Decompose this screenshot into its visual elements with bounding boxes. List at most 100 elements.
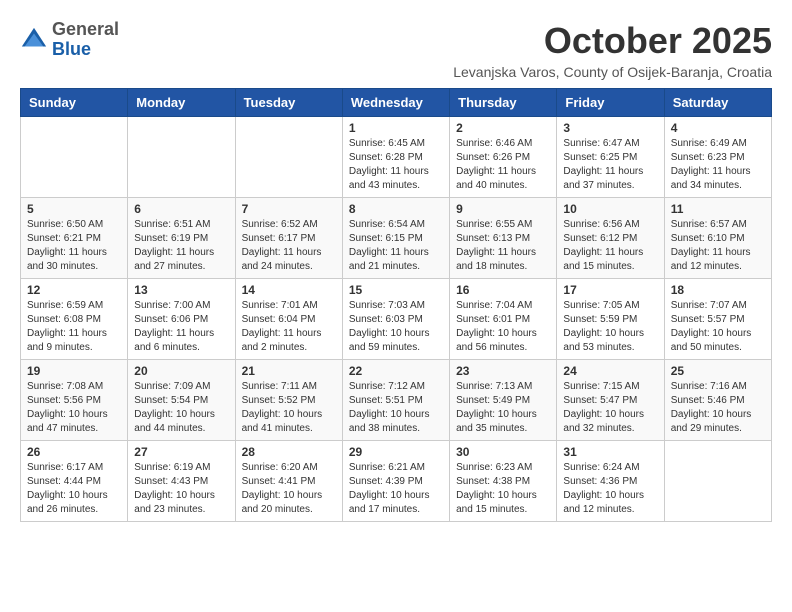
day-info: Sunrise: 6:17 AM Sunset: 4:44 PM Dayligh…: [27, 461, 121, 517]
calendar-cell: 10 Sunrise: 6:56 AM Sunset: 6:12 PM Dayli…: [557, 198, 664, 279]
day-info: Sunrise: 6:46 AM Sunset: 6:26 PM Dayligh…: [456, 137, 550, 193]
calendar-cell: 4Sunrise: 6:49 AM Sunset: 6:23 PM Daylig…: [664, 117, 771, 198]
calendar-week-row: 12 Sunrise: 6:59 AM Sunset: 6:08 PM Dayli…: [21, 279, 772, 360]
day-info: Sunrise: 6:21 AM Sunset: 4:39 PM Dayligh…: [349, 461, 443, 517]
day-info: Sunrise: 7:13 AM Sunset: 5:49 PM Dayligh…: [456, 380, 550, 436]
day-number: 24: [563, 364, 657, 378]
day-info: Sunrise: 7:07 AM Sunset: 5:57 PM Dayligh…: [671, 299, 765, 355]
calendar-cell: 13 Sunrise: 7:00 AM Sunset: 6:06 PM Dayli…: [128, 279, 235, 360]
day-info: Sunrise: 7:08 AM Sunset: 5:56 PM Dayligh…: [27, 380, 121, 436]
calendar-cell: 26Sunrise: 6:17 AM Sunset: 4:44 PM Dayli…: [21, 441, 128, 522]
day-number: 14: [242, 283, 336, 297]
day-number: 13: [134, 283, 228, 297]
day-info: Sunrise: 6:56 AM Sunset: 6:12 PM Dayligh…: [563, 218, 657, 274]
logo-icon: [20, 26, 48, 54]
logo-text: General Blue: [52, 20, 119, 60]
calendar-cell: [664, 441, 771, 522]
day-info: Sunrise: 6:52 AM Sunset: 6:17 PM Dayligh…: [242, 218, 336, 274]
day-info: Sunrise: 6:19 AM Sunset: 4:43 PM Dayligh…: [134, 461, 228, 517]
logo-general: General: [52, 19, 119, 39]
day-info: Sunrise: 7:04 AM Sunset: 6:01 PM Dayligh…: [456, 299, 550, 355]
day-number: 12: [27, 283, 121, 297]
day-number: 10: [563, 202, 657, 216]
page-header: General Blue October 2025 Levanjska Varo…: [20, 20, 772, 80]
day-info: Sunrise: 7:03 AM Sunset: 6:03 PM Dayligh…: [349, 299, 443, 355]
calendar-cell: 21Sunrise: 7:11 AM Sunset: 5:52 PM Dayli…: [235, 360, 342, 441]
weekday-header: Thursday: [450, 89, 557, 117]
day-info: Sunrise: 6:47 AM Sunset: 6:25 PM Dayligh…: [563, 137, 657, 193]
day-number: 2: [456, 121, 550, 135]
weekday-header: Tuesday: [235, 89, 342, 117]
calendar-cell: [21, 117, 128, 198]
weekday-header: Friday: [557, 89, 664, 117]
calendar-cell: 8 Sunrise: 6:54 AM Sunset: 6:15 PM Daylig…: [342, 198, 449, 279]
calendar-cell: 12 Sunrise: 6:59 AM Sunset: 6:08 PM Dayli…: [21, 279, 128, 360]
calendar-cell: 6 Sunrise: 6:51 AM Sunset: 6:19 PM Daylig…: [128, 198, 235, 279]
day-info: Sunrise: 6:50 AM Sunset: 6:21 PM Dayligh…: [27, 218, 121, 274]
day-number: 9: [456, 202, 550, 216]
day-info: Sunrise: 6:20 AM Sunset: 4:41 PM Dayligh…: [242, 461, 336, 517]
day-info: Sunrise: 7:05 AM Sunset: 5:59 PM Dayligh…: [563, 299, 657, 355]
calendar-cell: 5 Sunrise: 6:50 AM Sunset: 6:21 PM Daylig…: [21, 198, 128, 279]
day-number: 8: [349, 202, 443, 216]
calendar-cell: 22 Sunrise: 7:12 AM Sunset: 5:51 PM Dayli…: [342, 360, 449, 441]
location-title: Levanjska Varos, County of Osijek-Baranj…: [453, 64, 772, 80]
calendar-cell: 14 Sunrise: 7:01 AM Sunset: 6:04 PM Dayli…: [235, 279, 342, 360]
calendar-cell: 11 Sunrise: 6:57 AM Sunset: 6:10 PM Dayli…: [664, 198, 771, 279]
calendar-table: SundayMondayTuesdayWednesdayThursdayFrid…: [20, 88, 772, 522]
day-number: 11: [671, 202, 765, 216]
day-info: Sunrise: 6:51 AM Sunset: 6:19 PM Dayligh…: [134, 218, 228, 274]
day-info: Sunrise: 7:01 AM Sunset: 6:04 PM Dayligh…: [242, 299, 336, 355]
calendar-week-row: 5 Sunrise: 6:50 AM Sunset: 6:21 PM Daylig…: [21, 198, 772, 279]
weekday-header-row: SundayMondayTuesdayWednesdayThursdayFrid…: [21, 89, 772, 117]
calendar-week-row: 19 Sunrise: 7:08 AM Sunset: 5:56 PM Dayli…: [21, 360, 772, 441]
day-info: Sunrise: 7:16 AM Sunset: 5:46 PM Dayligh…: [671, 380, 765, 436]
day-info: Sunrise: 6:57 AM Sunset: 6:10 PM Dayligh…: [671, 218, 765, 274]
logo-blue: Blue: [52, 39, 91, 59]
day-number: 3: [563, 121, 657, 135]
day-info: Sunrise: 6:45 AM Sunset: 6:28 PM Dayligh…: [349, 137, 443, 193]
day-number: 22: [349, 364, 443, 378]
weekday-header: Sunday: [21, 89, 128, 117]
calendar-week-row: 1 Sunrise: 6:45 AM Sunset: 6:28 PM Daylig…: [21, 117, 772, 198]
calendar-cell: 31 Sunrise: 6:24 AM Sunset: 4:36 PM Dayli…: [557, 441, 664, 522]
weekday-header: Monday: [128, 89, 235, 117]
calendar-cell: 27Sunrise: 6:19 AM Sunset: 4:43 PM Dayli…: [128, 441, 235, 522]
calendar-cell: 15Sunrise: 7:03 AM Sunset: 6:03 PM Dayli…: [342, 279, 449, 360]
day-info: Sunrise: 7:12 AM Sunset: 5:51 PM Dayligh…: [349, 380, 443, 436]
day-number: 29: [349, 445, 443, 459]
calendar-cell: 7Sunrise: 6:52 AM Sunset: 6:17 PM Daylig…: [235, 198, 342, 279]
day-info: Sunrise: 7:11 AM Sunset: 5:52 PM Dayligh…: [242, 380, 336, 436]
day-info: Sunrise: 6:24 AM Sunset: 4:36 PM Dayligh…: [563, 461, 657, 517]
day-info: Sunrise: 7:00 AM Sunset: 6:06 PM Dayligh…: [134, 299, 228, 355]
day-info: Sunrise: 6:59 AM Sunset: 6:08 PM Dayligh…: [27, 299, 121, 355]
day-number: 5: [27, 202, 121, 216]
day-info: Sunrise: 6:55 AM Sunset: 6:13 PM Dayligh…: [456, 218, 550, 274]
weekday-header: Saturday: [664, 89, 771, 117]
day-number: 19: [27, 364, 121, 378]
day-number: 25: [671, 364, 765, 378]
calendar-cell: 2 Sunrise: 6:46 AM Sunset: 6:26 PM Daylig…: [450, 117, 557, 198]
day-number: 6: [134, 202, 228, 216]
day-number: 17: [563, 283, 657, 297]
calendar-cell: 17 Sunrise: 7:05 AM Sunset: 5:59 PM Dayli…: [557, 279, 664, 360]
calendar-cell: 25 Sunrise: 7:16 AM Sunset: 5:46 PM Dayli…: [664, 360, 771, 441]
calendar-cell: 28Sunrise: 6:20 AM Sunset: 4:41 PM Dayli…: [235, 441, 342, 522]
calendar-cell: [128, 117, 235, 198]
calendar-cell: 16 Sunrise: 7:04 AM Sunset: 6:01 PM Dayli…: [450, 279, 557, 360]
calendar-cell: 29 Sunrise: 6:21 AM Sunset: 4:39 PM Dayli…: [342, 441, 449, 522]
calendar-week-row: 26Sunrise: 6:17 AM Sunset: 4:44 PM Dayli…: [21, 441, 772, 522]
calendar-cell: 20Sunrise: 7:09 AM Sunset: 5:54 PM Dayli…: [128, 360, 235, 441]
day-info: Sunrise: 7:15 AM Sunset: 5:47 PM Dayligh…: [563, 380, 657, 436]
calendar-cell: 24 Sunrise: 7:15 AM Sunset: 5:47 PM Dayli…: [557, 360, 664, 441]
day-info: Sunrise: 6:23 AM Sunset: 4:38 PM Dayligh…: [456, 461, 550, 517]
day-number: 31: [563, 445, 657, 459]
day-info: Sunrise: 6:49 AM Sunset: 6:23 PM Dayligh…: [671, 137, 765, 193]
logo: General Blue: [20, 20, 119, 60]
day-number: 16: [456, 283, 550, 297]
calendar-cell: 18Sunrise: 7:07 AM Sunset: 5:57 PM Dayli…: [664, 279, 771, 360]
day-number: 30: [456, 445, 550, 459]
day-number: 1: [349, 121, 443, 135]
day-info: Sunrise: 6:54 AM Sunset: 6:15 PM Dayligh…: [349, 218, 443, 274]
calendar-cell: 23Sunrise: 7:13 AM Sunset: 5:49 PM Dayli…: [450, 360, 557, 441]
